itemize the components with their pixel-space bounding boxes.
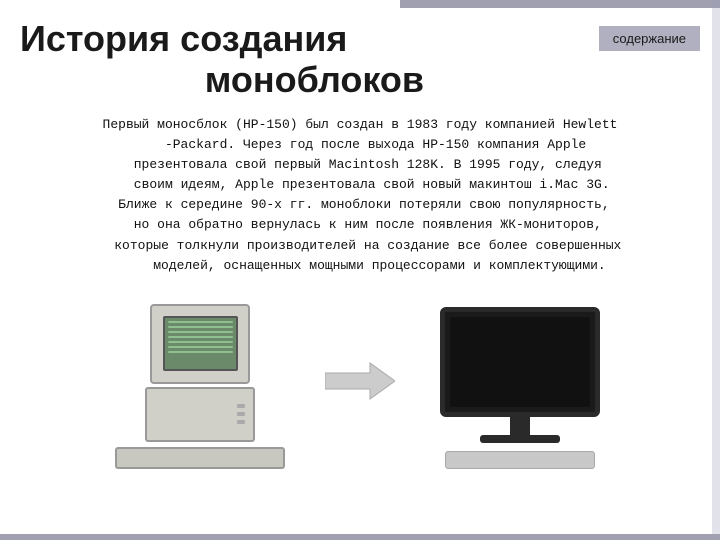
new-base bbox=[480, 435, 560, 443]
new-stand bbox=[510, 417, 530, 435]
screen-line bbox=[168, 336, 233, 338]
unit-btn bbox=[237, 404, 245, 408]
screen-line bbox=[168, 341, 233, 343]
body-text: Первый моносблок (HP-150) был создан в 1… bbox=[20, 115, 700, 276]
old-monitor bbox=[150, 304, 250, 384]
new-computer-image bbox=[420, 294, 620, 469]
contents-button[interactable]: содержание bbox=[599, 26, 700, 51]
screen-line bbox=[168, 331, 233, 333]
unit-buttons bbox=[237, 404, 245, 424]
screen-line bbox=[168, 326, 233, 328]
unit-btn bbox=[237, 412, 245, 416]
old-computer-image bbox=[100, 294, 300, 469]
old-unit-body bbox=[145, 387, 255, 442]
old-screen bbox=[163, 316, 238, 371]
new-keyboard bbox=[445, 451, 595, 469]
screen-line bbox=[168, 351, 233, 353]
main-title-line1: История создания bbox=[20, 18, 579, 59]
page: История создания моноблоков содержание П… bbox=[0, 0, 720, 540]
screen-line bbox=[168, 321, 233, 323]
screen-line bbox=[168, 346, 233, 348]
images-row bbox=[20, 294, 700, 469]
top-decorative-bar bbox=[400, 0, 720, 8]
main-title-line2: моноблоков bbox=[50, 59, 579, 100]
new-monitor bbox=[440, 307, 600, 417]
header-area: История создания моноблоков содержание bbox=[20, 18, 700, 101]
title-block: История создания моноблоков bbox=[20, 18, 579, 101]
old-mac-illustration bbox=[115, 304, 285, 469]
old-keyboard bbox=[115, 447, 285, 469]
new-aio-illustration bbox=[440, 307, 600, 469]
right-accent-bar bbox=[712, 0, 720, 540]
new-screen bbox=[450, 317, 590, 407]
arrow-container bbox=[320, 351, 400, 411]
unit-btn bbox=[237, 420, 245, 424]
bottom-divider bbox=[0, 534, 720, 540]
arrow-icon bbox=[325, 361, 395, 401]
screen-lines bbox=[168, 321, 233, 353]
